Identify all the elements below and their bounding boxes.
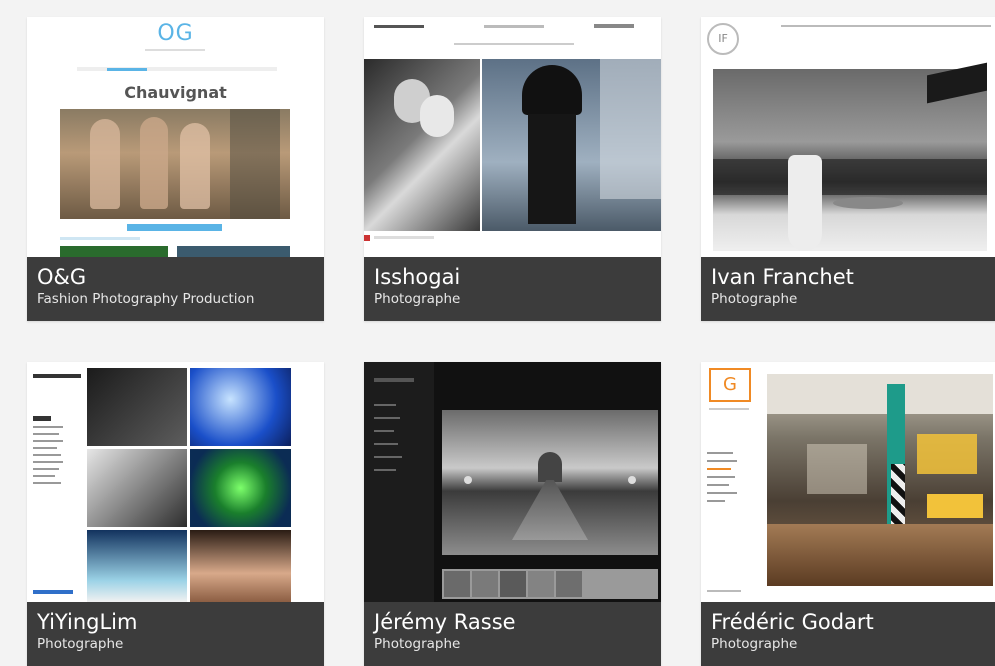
card-title: YiYingLim xyxy=(37,610,138,634)
site-thumbnail-isshogai xyxy=(364,17,661,257)
thumb-photo xyxy=(713,62,987,251)
card-subtitle: Photographe xyxy=(374,636,461,652)
card-title: Jérémy Rasse xyxy=(374,610,516,634)
card-caption: Jérémy Rasse Photographe xyxy=(364,602,661,666)
thumb-photo xyxy=(442,410,658,555)
site-thumbnail-jeremy-rasse xyxy=(364,362,661,602)
portfolio-card-yiyinglim[interactable]: YiYingLim Photographe xyxy=(27,362,324,666)
grid-photo xyxy=(87,368,187,446)
card-subtitle: Photographe xyxy=(37,636,124,652)
card-title: Frédéric Godart xyxy=(711,610,874,634)
card-caption: Isshogai Photographe xyxy=(364,257,661,321)
card-subtitle: Photographe xyxy=(374,291,461,307)
card-subtitle: Photographe xyxy=(711,291,798,307)
card-title: Ivan Franchet xyxy=(711,265,854,289)
grid-photo xyxy=(190,449,291,527)
portfolio-card-frederic-godart[interactable]: G Frédéric Godart Photographe xyxy=(701,362,995,666)
card-subtitle: Fashion Photography Production xyxy=(37,291,255,307)
card-title: O&G xyxy=(37,265,87,289)
portfolio-card-og[interactable]: OG Chauvignat O&G Fashion Photography Pr… xyxy=(27,17,324,321)
thumb-photo-left xyxy=(364,59,480,231)
card-subtitle: Photographe xyxy=(711,636,798,652)
grid-photo xyxy=(87,449,187,527)
portfolio-card-isshogai[interactable]: Isshogai Photographe xyxy=(364,17,661,321)
card-caption: Ivan Franchet Photographe xyxy=(701,257,995,321)
grid-photo xyxy=(87,530,187,602)
portfolio-card-ivan-franchet[interactable]: IF Ivan Franchet Photographe xyxy=(701,17,995,321)
site-thumbnail-frederic-godart: G xyxy=(701,362,995,602)
grid-photo xyxy=(190,368,291,446)
thumb-photo xyxy=(767,374,993,586)
godart-logo: G xyxy=(709,368,751,402)
card-caption: Frédéric Godart Photographe xyxy=(701,602,995,666)
thumb-heading: Chauvignat xyxy=(124,83,227,102)
site-thumbnail-og: OG Chauvignat xyxy=(27,17,324,257)
card-caption: YiYingLim Photographe xyxy=(27,602,324,666)
card-caption: O&G Fashion Photography Production xyxy=(27,257,324,321)
thumb-photo-right xyxy=(482,59,661,231)
if-logo: IF xyxy=(707,23,739,55)
grid-photo xyxy=(190,530,291,602)
portfolio-card-jeremy-rasse[interactable]: Jérémy Rasse Photographe xyxy=(364,362,661,666)
site-thumbnail-yiyinglim xyxy=(27,362,324,602)
og-logo: OG xyxy=(157,21,194,46)
thumb-photo xyxy=(60,109,290,219)
card-title: Isshogai xyxy=(374,265,461,289)
site-thumbnail-ivan-franchet: IF xyxy=(701,17,995,257)
